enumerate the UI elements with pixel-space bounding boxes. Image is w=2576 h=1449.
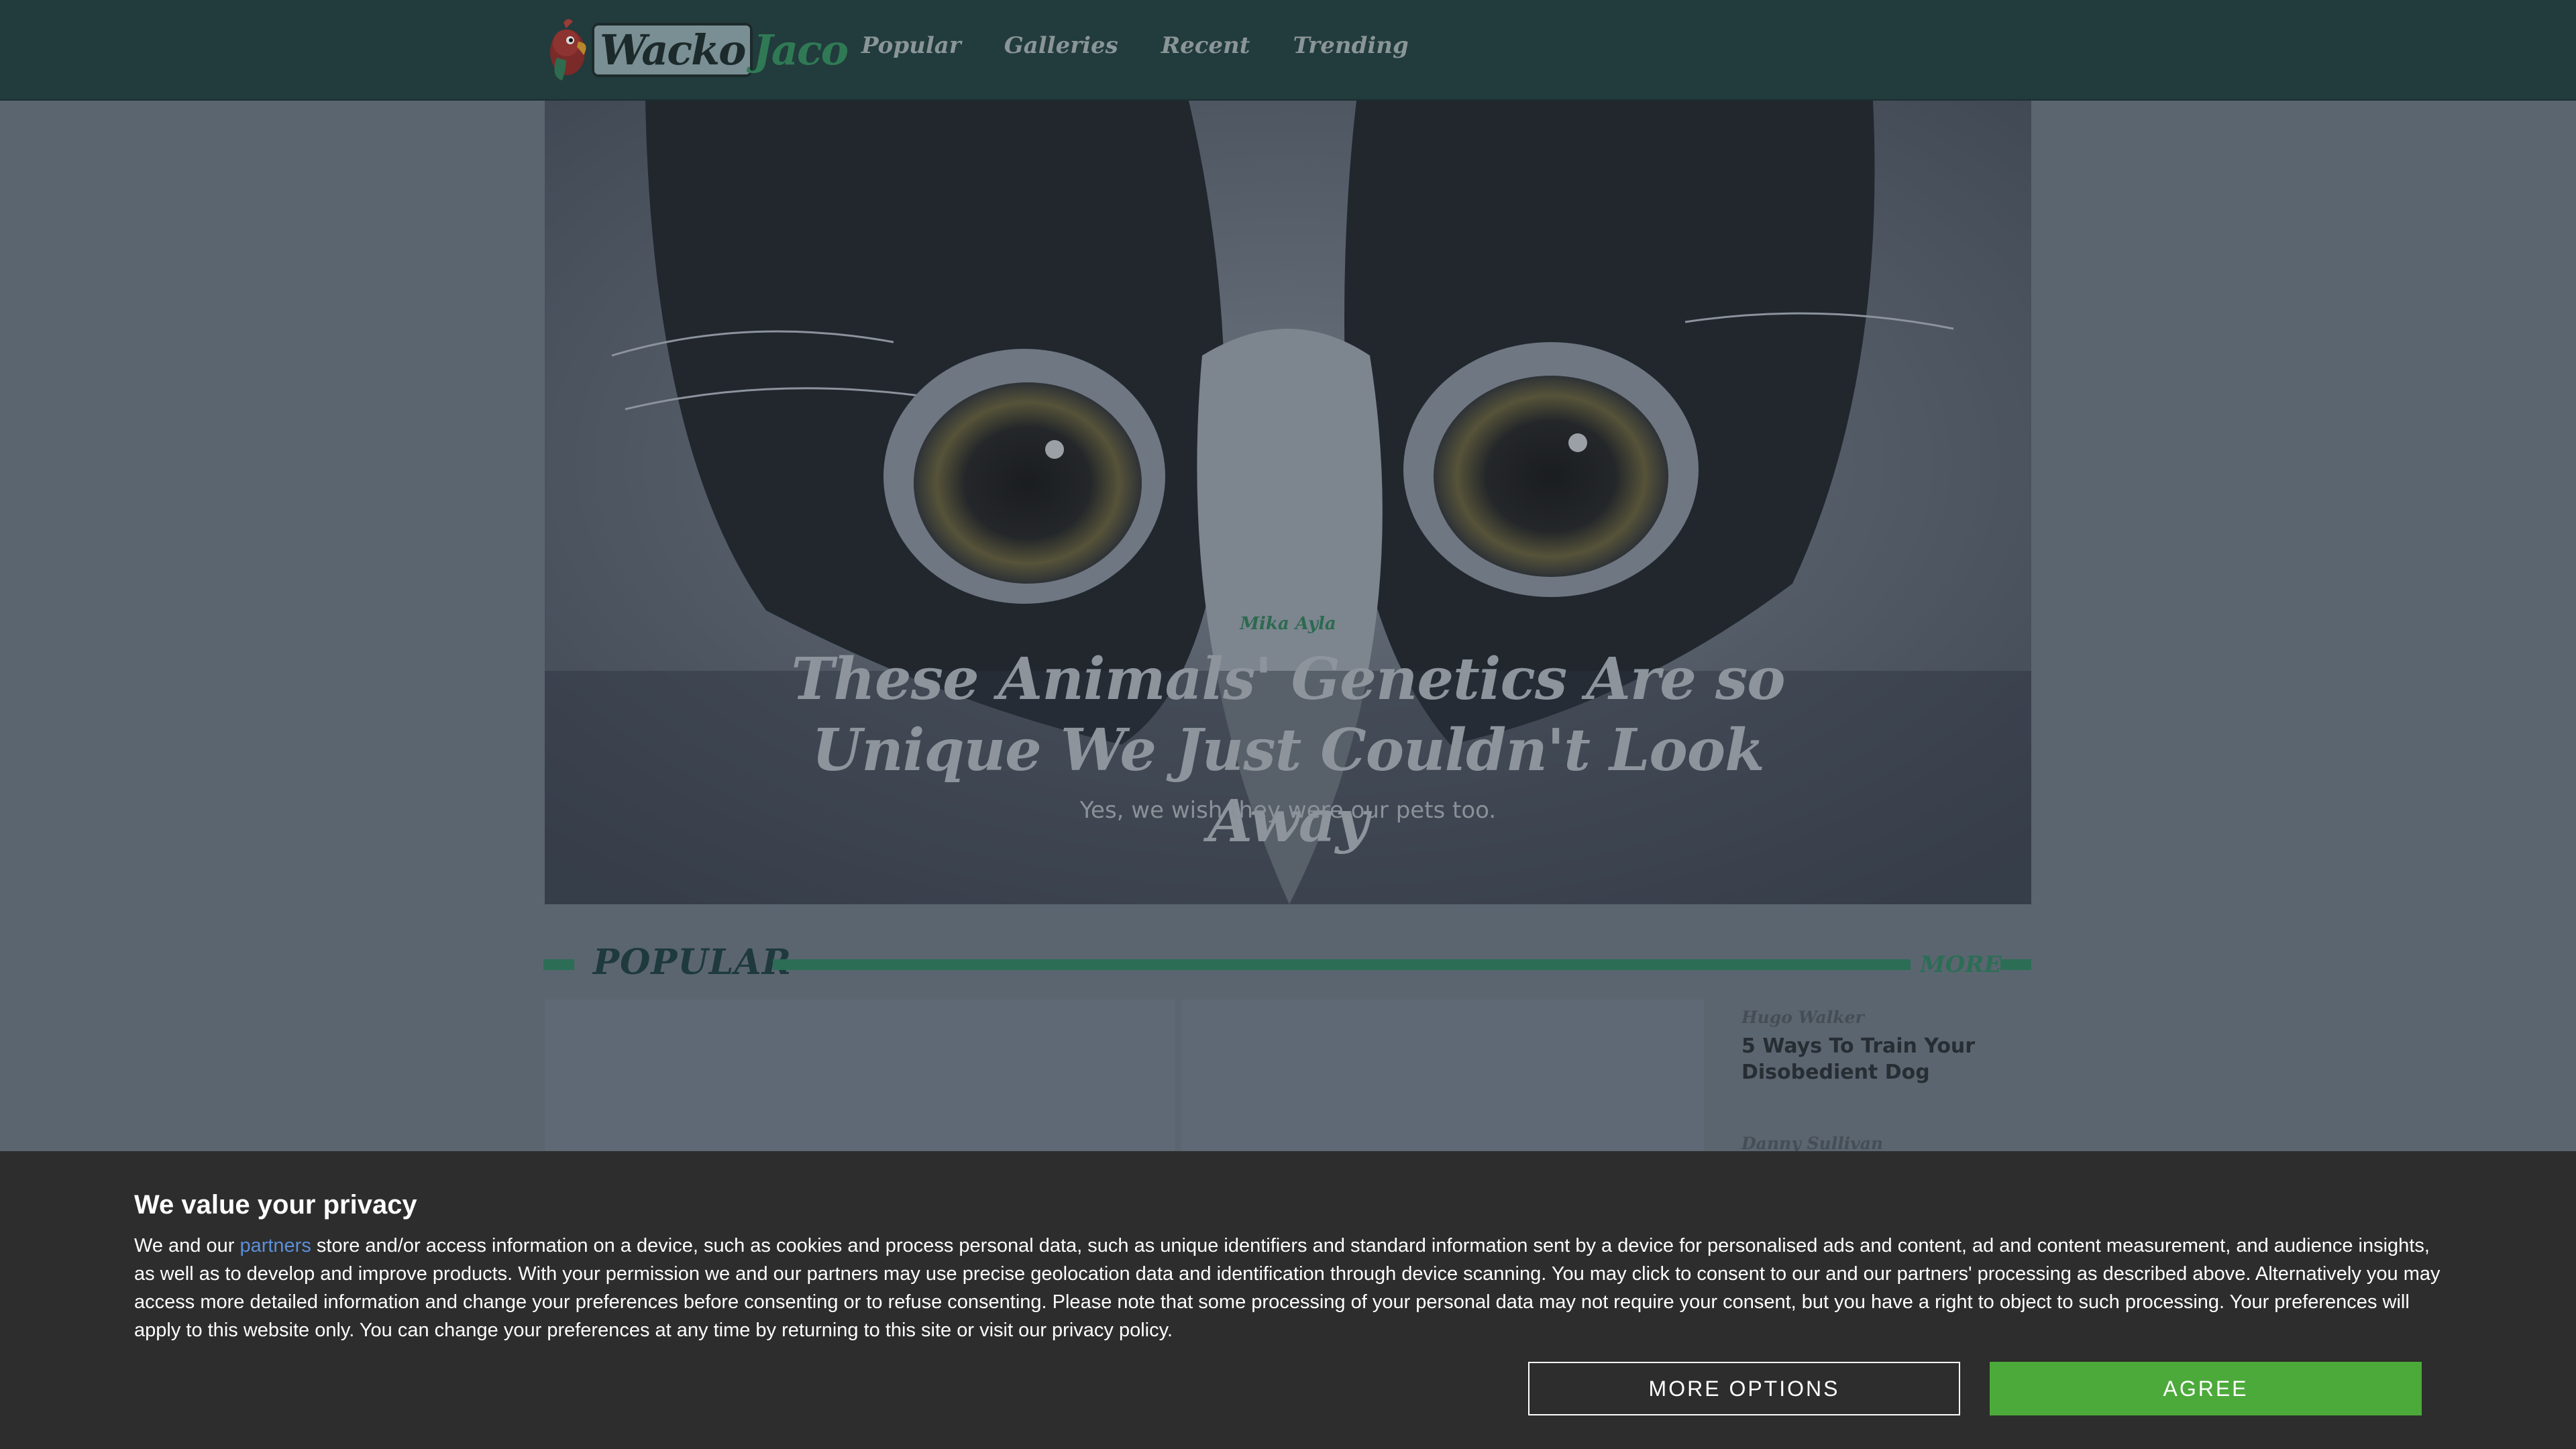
hero-subtitle: Yes, we wish they were our pets too. xyxy=(1079,797,1497,824)
logo-wordmark: Wacko Jaco xyxy=(592,23,849,77)
site-logo[interactable]: Wacko Jaco xyxy=(543,16,849,83)
popular-heading: POPULAR xyxy=(593,942,792,983)
popular-more-link[interactable]: MORE xyxy=(1920,951,2001,978)
hero-article[interactable]: Mika Ayla These Animals' Genetics Are so… xyxy=(545,101,2031,904)
side-article-author[interactable]: Hugo Walker xyxy=(1741,1008,1864,1027)
section-rule-right xyxy=(2000,959,2031,970)
site-header: Wacko Jaco Popular Galleries Recent Trend… xyxy=(0,0,2576,101)
hero-title[interactable]: These Animals' Genetics Are so Unique We… xyxy=(545,644,2031,857)
nav-recent[interactable]: Recent xyxy=(1161,32,1250,59)
nav-trending[interactable]: Trending xyxy=(1293,32,1408,59)
hero-author[interactable]: Mika Ayla xyxy=(545,614,2031,634)
nav-galleries[interactable]: Galleries xyxy=(1004,32,1118,59)
section-rule-left xyxy=(543,959,574,970)
more-options-button[interactable]: MORE OPTIONS xyxy=(1528,1362,1960,1415)
partners-link[interactable]: partners xyxy=(239,1235,311,1256)
consent-heading: We value your privacy xyxy=(134,1190,417,1220)
main-nav: Popular Galleries Recent Trending xyxy=(861,32,1409,59)
consent-text-intro: We and our xyxy=(134,1235,240,1256)
popular-card-1[interactable] xyxy=(545,1000,1175,1154)
popular-card-2[interactable] xyxy=(1181,1000,1704,1154)
nav-popular[interactable]: Popular xyxy=(861,32,961,59)
side-article-author[interactable]: Danny Sullivan xyxy=(1741,1134,1883,1153)
agree-button[interactable]: AGREE xyxy=(1990,1362,2422,1415)
consent-text-body: store and/or access information on a dev… xyxy=(134,1235,2440,1341)
parrot-icon xyxy=(550,19,586,80)
side-article-title[interactable]: 5 Ways To Train Your Disobedient Dog xyxy=(1741,1033,2010,1085)
privacy-consent-banner: We value your privacy We and our partner… xyxy=(0,1151,2576,1449)
consent-text: We and our partners store and/or access … xyxy=(134,1232,2449,1344)
section-rule-middle xyxy=(773,959,1911,970)
